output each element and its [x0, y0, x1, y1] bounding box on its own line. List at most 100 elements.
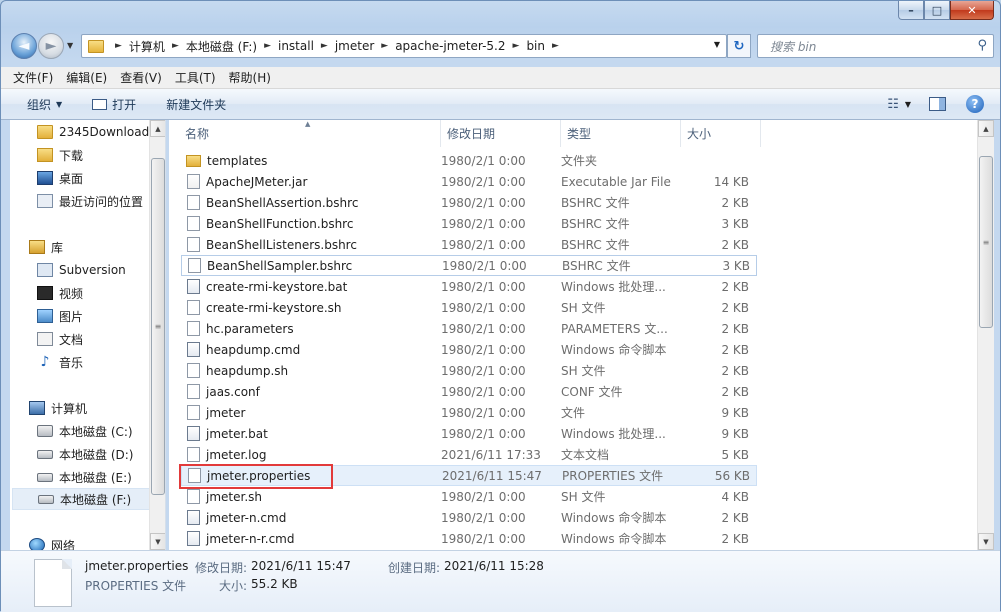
- file-row[interactable]: BeanShellFunction.bshrc 1980/2/1 0:00 BSHR…: [181, 213, 757, 234]
- sidebar-item-pictures[interactable]: 图片: [37, 305, 83, 327]
- file-row[interactable]: templates 1980/2/1 0:00 文件夹: [181, 150, 757, 171]
- preview-pane-icon[interactable]: [929, 97, 946, 111]
- menu-file[interactable]: 文件(F): [13, 69, 53, 86]
- chevron-right-icon[interactable]: ►: [552, 41, 559, 51]
- file-row[interactable]: create-rmi-keystore.sh 1980/2/1 0:00 SH 文件…: [181, 297, 757, 318]
- file-row[interactable]: jmeter-n.cmd 1980/2/1 0:00 Windows 命令脚本 2 K…: [181, 507, 757, 528]
- sidebar-item-libraries[interactable]: 库: [29, 236, 63, 258]
- file-size-cell: 2 KB: [721, 195, 749, 210]
- file-row[interactable]: jmeter.log 2021/6/11 17:33 文本文档 5 KB: [181, 444, 757, 465]
- file-row[interactable]: jmeter.bat 1980/2/1 0:00 Windows 批处理... 9 K…: [181, 423, 757, 444]
- file-name-cell: templates: [181, 154, 441, 168]
- sidebar-item-drive-e[interactable]: 本地磁盘 (E:): [37, 466, 132, 488]
- chevron-right-icon[interactable]: ►: [381, 41, 388, 51]
- recent-pages-dropdown-icon[interactable]: ▼: [67, 41, 73, 50]
- chevron-right-icon[interactable]: ►: [513, 41, 520, 51]
- breadcrumb-drive-f[interactable]: 本地磁盘 (F:): [186, 38, 257, 55]
- file-row[interactable]: jmeter 1980/2/1 0:00 文件 9 KB: [181, 402, 757, 423]
- file-row[interactable]: BeanShellAssertion.bshrc 1980/2/1 0:00 BSH…: [181, 192, 757, 213]
- file-row[interactable]: jmeter.sh 1980/2/1 0:00 SH 文件 4 KB: [181, 486, 757, 507]
- file-name: BeanShellSampler.bshrc: [207, 258, 353, 273]
- search-input[interactable]: 搜索 bin ⚲: [757, 34, 994, 58]
- file-row[interactable]: heapdump.cmd 1980/2/1 0:00 Windows 命令脚本 2 K…: [181, 339, 757, 360]
- file-icon: [187, 174, 200, 189]
- file-date-cell: 1980/2/1 0:00: [441, 342, 526, 357]
- sidebar-item-drive-c[interactable]: 本地磁盘 (C:): [37, 420, 133, 442]
- menu-tools[interactable]: 工具(T): [175, 69, 216, 86]
- file-row[interactable]: jmeter-n-r.cmd 1980/2/1 0:00 Windows 命令脚本 2…: [181, 528, 757, 549]
- sidebar-item-subversion[interactable]: Subversion: [37, 259, 126, 281]
- file-row[interactable]: hc.parameters 1980/2/1 0:00 PARAMETERS 文..…: [181, 318, 757, 339]
- open-button[interactable]: 打开: [92, 96, 136, 113]
- view-controls: ☷ ▼ ?: [887, 95, 984, 113]
- scroll-up-icon[interactable]: ▲: [978, 120, 994, 137]
- sidebar-item-videos[interactable]: 视频: [37, 282, 83, 304]
- breadcrumb-install[interactable]: install: [278, 39, 314, 53]
- maximize-button[interactable]: □: [924, 1, 950, 20]
- sidebar-item-network[interactable]: 网络: [29, 534, 75, 550]
- sidebar-item-computer[interactable]: 计算机: [29, 397, 87, 419]
- column-name[interactable]: ▲ 名称: [169, 120, 441, 147]
- sidebar-item-downloads[interactable]: 下载: [37, 144, 83, 166]
- view-dropdown-icon[interactable]: ▼: [905, 100, 911, 109]
- caption-buttons: – □ ✕: [898, 1, 994, 20]
- file-row[interactable]: heapdump.sh 1980/2/1 0:00 SH 文件 2 KB: [181, 360, 757, 381]
- minimize-button[interactable]: –: [898, 1, 924, 20]
- file-row[interactable]: create-rmi-keystore.bat 1980/2/1 0:00 Wind…: [181, 276, 757, 297]
- breadcrumb-bin[interactable]: bin: [526, 39, 545, 53]
- file-size-cell: 2 KB: [721, 531, 749, 546]
- chevron-right-icon[interactable]: ►: [172, 41, 179, 51]
- file-row[interactable]: ApacheJMeter.jar 1980/2/1 0:00 Executable …: [181, 171, 757, 192]
- file-row[interactable]: jaas.conf 1980/2/1 0:00 CONF 文件 2 KB: [181, 381, 757, 402]
- file-date-cell: 1980/2/1 0:00: [442, 258, 527, 273]
- breadcrumb-apache-jmeter[interactable]: apache-jmeter-5.2: [395, 39, 505, 53]
- sidebar-scrollbar[interactable]: ▲ ≡ ▼: [149, 120, 165, 550]
- chevron-right-icon[interactable]: ►: [115, 41, 122, 51]
- sidebar-item-drive-f[interactable]: 本地磁盘 (F:): [12, 488, 151, 510]
- menu-help[interactable]: 帮助(H): [229, 69, 271, 86]
- chevron-right-icon[interactable]: ►: [264, 41, 271, 51]
- scroll-up-icon[interactable]: ▲: [150, 120, 165, 137]
- menu-edit[interactable]: 编辑(E): [66, 69, 107, 86]
- sidebar-item-recent[interactable]: 最近访问的位置: [37, 190, 143, 212]
- column-date-modified[interactable]: 修改日期: [441, 120, 561, 147]
- scrollbar-thumb[interactable]: ≡: [979, 156, 993, 328]
- address-dropdown-icon[interactable]: ▼: [714, 40, 720, 49]
- search-icon[interactable]: ⚲: [977, 38, 987, 53]
- file-type-cell: PARAMETERS 文...: [561, 322, 668, 336]
- help-icon[interactable]: ?: [966, 95, 984, 113]
- organize-button[interactable]: 组织 ▼: [27, 96, 62, 113]
- sidebar-item-2345downloads[interactable]: 2345Downloads: [37, 121, 155, 143]
- script-file-icon: [187, 510, 200, 525]
- close-button[interactable]: ✕: [950, 1, 994, 20]
- file-icon: [187, 363, 200, 378]
- sidebar-item-drive-d[interactable]: 本地磁盘 (D:): [37, 443, 133, 465]
- drive-icon: [37, 449, 53, 459]
- forward-button[interactable]: ►: [38, 33, 64, 59]
- column-size[interactable]: 大小: [681, 120, 761, 147]
- file-name-cell: BeanShellListeners.bshrc: [181, 237, 441, 252]
- sidebar-item-documents[interactable]: 文档: [37, 328, 83, 350]
- back-arrow-icon: ◄: [18, 38, 30, 54]
- new-folder-button[interactable]: 新建文件夹: [166, 96, 226, 113]
- sidebar-item-music[interactable]: ♪ 音乐: [37, 351, 83, 373]
- file-name: jmeter-n-r.cmd: [206, 531, 295, 546]
- address-bar[interactable]: ► 计算机 ► 本地磁盘 (F:) ► install ► jmeter ► apach…: [81, 34, 727, 58]
- refresh-button[interactable]: ↻: [727, 34, 751, 58]
- details-pane: jmeter.properties PROPERTIES 文件 修改日期: 20…: [1, 550, 1000, 612]
- file-row[interactable]: BeanShellSampler.bshrc 1980/2/1 0:00 BSHRC…: [181, 255, 757, 276]
- back-button[interactable]: ◄: [11, 33, 37, 59]
- change-view-icon[interactable]: ☷: [887, 97, 899, 112]
- file-row[interactable]: BeanShellListeners.bshrc 1980/2/1 0:00 BSH…: [181, 234, 757, 255]
- scroll-down-icon[interactable]: ▼: [150, 533, 165, 550]
- scrollbar-thumb[interactable]: ≡: [151, 158, 165, 495]
- breadcrumb-jmeter[interactable]: jmeter: [335, 39, 374, 53]
- sidebar-item-desktop[interactable]: 桌面: [37, 167, 83, 189]
- chevron-right-icon[interactable]: ►: [321, 41, 328, 51]
- breadcrumb-computer[interactable]: 计算机: [129, 38, 165, 55]
- scroll-down-icon[interactable]: ▼: [978, 533, 994, 550]
- file-list-scrollbar[interactable]: ▲ ≡ ▼: [977, 120, 994, 550]
- column-type[interactable]: 类型: [561, 120, 681, 147]
- file-date-cell: 1980/2/1 0:00: [441, 384, 526, 399]
- menu-view[interactable]: 查看(V): [120, 69, 162, 86]
